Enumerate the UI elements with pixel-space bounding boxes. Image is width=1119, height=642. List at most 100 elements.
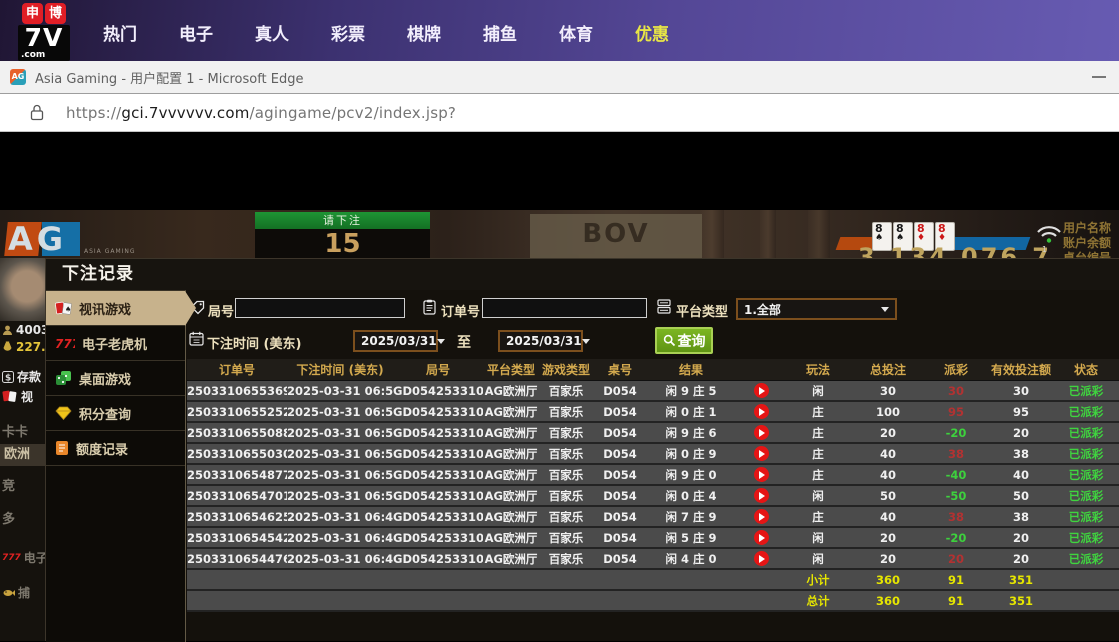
nav-item-3[interactable]: 彩票 — [331, 20, 365, 45]
platform-list-icon — [657, 299, 671, 314]
play-replay-button[interactable] — [754, 530, 769, 545]
date-to-select[interactable]: 2025/03/31 — [498, 330, 583, 352]
game-type: 百家乐 — [539, 530, 593, 546]
lobby-menu-europe[interactable]: 欧洲 — [0, 444, 45, 466]
deposit-link[interactable]: $ 存款 — [2, 368, 41, 385]
video-games-tab[interactable]: 视 — [2, 388, 33, 405]
total-valid: 351 — [985, 594, 1057, 608]
lobby-menu-slots[interactable]: 777 电子 — [2, 549, 45, 566]
ag-logo: AG ASIA GAMING — [2, 222, 142, 258]
total-bet: 20 — [849, 552, 927, 566]
valid-bet: 30 — [985, 384, 1057, 398]
nav-item-6[interactable]: 体育 — [559, 20, 593, 45]
modal-sidebar: ♠ 视讯游戏 777电子老虎机桌面游戏积分查询额度记录 — [46, 290, 186, 642]
lobby-menu-duo[interactable]: 多 — [2, 508, 15, 527]
search-button[interactable]: 查询 — [655, 327, 713, 354]
table-row: 2503310655030362025-03-31 06:53:10GD0542… — [187, 444, 1119, 465]
modal-body: ♠视讯游戏777电子老虎机桌面游戏积分查询额度记录 局号 订单号 平台类型 1.… — [46, 290, 1119, 642]
url-text[interactable]: https://gci.7vvvvvv.com/agingame/pcv2/in… — [66, 104, 456, 122]
bet-time-label: 下注时间 (美东) — [207, 333, 301, 352]
platform-type: AG欧洲厅 — [483, 551, 539, 567]
site-logo[interactable]: 申 博 7V .com — [18, 3, 70, 61]
nav-item-2[interactable]: 真人 — [255, 20, 289, 45]
lock-icon[interactable] — [30, 104, 44, 121]
result: 闲 0 庄 4 — [647, 488, 735, 504]
table-number-label: 桌台编号 — [1063, 251, 1111, 258]
minimize-button[interactable] — [1092, 76, 1106, 78]
nav-item-5[interactable]: 捕鱼 — [483, 20, 517, 45]
date-from-select[interactable]: 2025/03/31 — [353, 330, 438, 352]
play-icon — [759, 555, 765, 563]
bet-records-table: 订单号下注时间 (美东)局号平台类型游戏类型桌号结果玩法总投注派彩有效投注额状态… — [187, 359, 1119, 612]
platform-type: AG欧洲厅 — [483, 488, 539, 504]
order-number-input[interactable] — [482, 298, 647, 318]
replay-cell — [735, 488, 787, 503]
platform-type: AG欧洲厅 — [483, 467, 539, 483]
valid-bet: 20 — [985, 552, 1057, 566]
date-from-value: 2025/03/31 — [361, 334, 437, 348]
modal-sidebar-item-1[interactable]: 777电子老虎机 — [46, 326, 185, 361]
lobby-menu-jing[interactable]: 竞 — [2, 475, 15, 494]
slots-777-icon: 777 — [2, 553, 21, 563]
lobby-menu-kaka[interactable]: 卡卡 — [2, 421, 28, 440]
browser-urlbar[interactable]: https://gci.7vvvvvv.com/agingame/pcv2/in… — [0, 93, 1119, 132]
modal-sidebar-item-4[interactable]: 额度记录 — [46, 431, 185, 466]
svg-text:♠: ♠ — [65, 306, 71, 314]
play-replay-button[interactable] — [754, 404, 769, 419]
modal-sidebar-item-3[interactable]: 积分查询 — [46, 396, 185, 431]
table-number: D054 — [593, 510, 647, 524]
bet-time: 2025-03-31 06:55:47 — [287, 384, 393, 398]
column-header-8: 玩法 — [787, 361, 849, 378]
play-replay-button[interactable] — [754, 551, 769, 566]
play-replay-button[interactable] — [754, 488, 769, 503]
table-number: D054 — [593, 426, 647, 440]
column-header-9: 总投注 — [849, 361, 927, 378]
clipboard-icon — [423, 299, 436, 315]
chevron-down-icon — [881, 307, 889, 312]
status-badge: 已派彩 — [1057, 446, 1115, 462]
modal-sidebar-item-0[interactable]: ♠ 视讯游戏 — [46, 291, 185, 326]
game-type: 百家乐 — [539, 551, 593, 567]
table-body: 2503310655369232025-03-31 06:55:47GD0542… — [187, 381, 1119, 612]
play-replay-button[interactable] — [754, 446, 769, 461]
play-replay-button[interactable] — [754, 383, 769, 398]
order-number: 250331065508886 — [187, 426, 287, 440]
platform-type-select[interactable]: 1.全部 — [736, 298, 897, 320]
user-count-stat: 4003 — [2, 323, 45, 337]
bov-sign: BOV — [530, 214, 702, 258]
nav-item-4[interactable]: 棋牌 — [407, 20, 441, 45]
sidebar-item-label: 视讯游戏 — [79, 299, 131, 318]
nav-item-0[interactable]: 热门 — [103, 20, 137, 45]
play-replay-button[interactable] — [754, 425, 769, 440]
nav-item-7[interactable]: 优惠 — [635, 20, 669, 45]
table-row: 2503310655252312025-03-31 06:54:54GD0542… — [187, 402, 1119, 423]
modal-sidebar-item-2[interactable]: 桌面游戏 — [46, 361, 185, 396]
round-number-input[interactable] — [235, 298, 405, 318]
sidebar-item-label: 桌面游戏 — [79, 369, 131, 388]
status-badge: 已派彩 — [1057, 383, 1115, 399]
pillar-decor — [808, 210, 830, 258]
play-type: 庄 — [787, 467, 849, 483]
bet-time: 2025-03-31 06:49:07 — [287, 531, 393, 545]
total-bet: 40 — [849, 468, 927, 482]
total-bet: 30 — [849, 384, 927, 398]
valid-bet: 95 — [985, 405, 1057, 419]
play-replay-button[interactable] — [754, 509, 769, 524]
ag-logo-text: AG — [8, 220, 67, 258]
diamond-icon — [55, 406, 72, 420]
order-number: 250331065454268 — [187, 531, 287, 545]
table-info-labels: 用户名称 账户余额 桌台编号 — [1063, 221, 1111, 258]
play-type: 庄 — [787, 446, 849, 462]
lobby-menu-fishing[interactable]: 捕 — [2, 584, 30, 601]
column-header-3: 平台类型 — [483, 361, 539, 378]
play-replay-button[interactable] — [754, 467, 769, 482]
order-number: 250331065536923 — [187, 384, 287, 398]
play-icon — [759, 429, 765, 437]
table-number: D054 — [593, 447, 647, 461]
play-icon — [759, 450, 765, 458]
column-header-11: 有效投注额 — [985, 361, 1057, 378]
play-type: 闲 — [787, 530, 849, 546]
nav-item-1[interactable]: 电子 — [179, 20, 213, 45]
platform-type: AG欧洲厅 — [483, 530, 539, 546]
url-scheme: https:// — [66, 104, 121, 122]
